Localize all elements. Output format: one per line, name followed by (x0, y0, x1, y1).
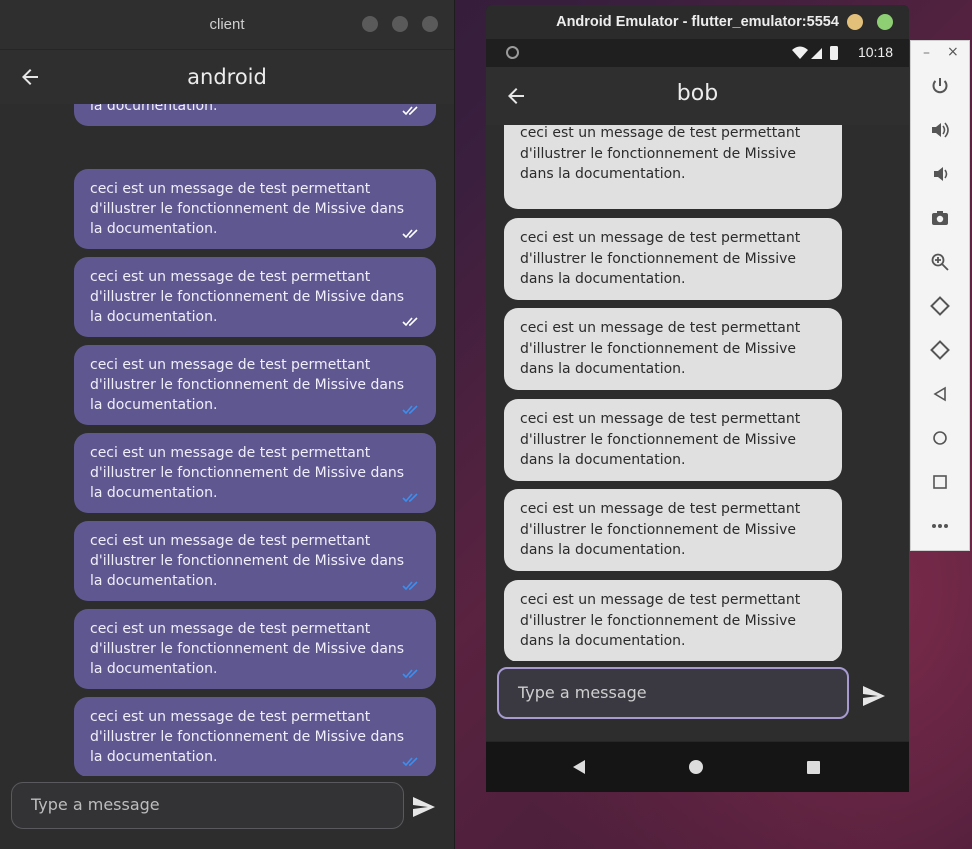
message-input[interactable]: Type a message (497, 667, 849, 719)
message-text: ceci est un message de test permettant d… (90, 445, 405, 501)
toolbar-close-button[interactable]: × (947, 44, 959, 60)
android-nav-bar (486, 742, 909, 792)
message-bubble: ceci est un message de test permettant d… (74, 169, 436, 249)
client-window: client android ceci est un message de te… (0, 0, 455, 849)
message-bubble: ceci est un message de test permettant d… (504, 399, 842, 481)
double-check-icon (402, 669, 418, 679)
emulator-window: Android Emulator - flutter_emulator:5554… (486, 5, 909, 792)
app-bar: bob (486, 67, 909, 125)
chat-title: android (187, 65, 267, 89)
send-icon[interactable] (862, 685, 886, 707)
send-icon[interactable] (412, 796, 436, 818)
message-bubble: ceci est un message de test permettant d… (74, 104, 436, 126)
message-bubble: ceci est un message de test permettant d… (74, 697, 436, 776)
status-time: 10:18 (857, 44, 893, 60)
message-bubble: ceci est un message de test permettant d… (504, 308, 842, 390)
toolbar-minimize-button[interactable]: – (923, 45, 930, 61)
emulator-title: Android Emulator - flutter_emulator:5554 (556, 14, 839, 30)
double-check-icon (402, 581, 418, 591)
volume-down-icon[interactable] (929, 163, 951, 185)
nav-overview-icon[interactable] (807, 761, 820, 774)
message-bubble: ceci est un message de test permettant d… (74, 521, 436, 601)
message-bubble: ceci est un message de test permettant d… (504, 125, 842, 209)
message-text: ceci est un message de test permettant d… (520, 230, 801, 287)
rotate-right-icon[interactable] (929, 339, 951, 361)
double-check-icon (402, 757, 418, 767)
emulator-titlebar: Android Emulator - flutter_emulator:5554 (486, 5, 909, 39)
message-bubble: ceci est un message de test permettant d… (74, 257, 436, 337)
message-list[interactable]: ceci est un message de test permettant d… (486, 125, 909, 665)
message-text: ceci est un message de test permettant d… (90, 357, 405, 413)
double-check-icon (402, 317, 418, 327)
message-text: ceci est un message de test permettant d… (90, 181, 405, 237)
message-list[interactable]: ceci est un message de test permettant d… (0, 104, 454, 776)
chat-title: bob (676, 81, 719, 106)
message-bubble: ceci est un message de test permettant d… (504, 580, 842, 662)
message-bubble: ceci est un message de test permettant d… (504, 489, 842, 571)
message-text: ceci est un message de test permettant d… (90, 533, 405, 589)
message-bubble: ceci est un message de test permettant d… (74, 433, 436, 513)
power-icon[interactable] (929, 75, 951, 97)
back-arrow-icon[interactable] (18, 65, 42, 89)
camera-icon[interactable] (929, 207, 951, 229)
home-icon[interactable] (929, 427, 951, 449)
maximize-button[interactable] (392, 16, 408, 32)
minimize-button[interactable] (847, 14, 863, 30)
back-icon[interactable] (929, 383, 951, 405)
close-button[interactable] (422, 16, 438, 32)
zoom-icon[interactable] (929, 251, 951, 273)
window-titlebar: client (0, 0, 454, 50)
nav-home-icon[interactable] (689, 760, 703, 774)
double-check-icon (402, 405, 418, 415)
notification-dot-icon (506, 46, 519, 59)
minimize-button[interactable] (362, 16, 378, 32)
message-text: ceci est un message de test permettant d… (520, 501, 801, 558)
composer: Type a message (0, 776, 454, 849)
double-check-icon (402, 106, 418, 116)
message-text: ceci est un message de test permettant d… (520, 125, 801, 182)
message-bubble: ceci est un message de test permettant d… (74, 609, 436, 689)
message-text: ceci est un message de test permettant d… (90, 269, 405, 325)
window-title: client (209, 16, 245, 33)
message-text: ceci est un message de test permettant d… (520, 320, 801, 377)
message-text: ceci est un message de test permettant d… (90, 621, 405, 677)
composer: Type a message (486, 661, 909, 741)
double-check-icon (402, 229, 418, 239)
rotate-left-icon[interactable] (929, 295, 951, 317)
more-icon[interactable] (929, 515, 951, 537)
message-input[interactable]: Type a message (11, 782, 404, 829)
message-text: ceci est un message de test permettant d… (90, 709, 405, 765)
status-bar: 10:18 (486, 39, 909, 67)
message-text: ceci est un message de test permettant d… (520, 592, 801, 649)
emulator-toolbar: – × (910, 40, 970, 551)
nav-back-icon[interactable] (572, 759, 586, 775)
overview-icon[interactable] (929, 471, 951, 493)
message-text: ceci est un message de test permettant d… (520, 411, 801, 468)
volume-up-icon[interactable] (929, 119, 951, 141)
double-check-icon (402, 493, 418, 503)
message-bubble: ceci est un message de test permettant d… (74, 345, 436, 425)
maximize-button[interactable] (877, 14, 893, 30)
app-bar: android (0, 50, 454, 104)
message-bubble: ceci est un message de test permettant d… (504, 218, 842, 300)
status-icons (791, 45, 847, 61)
